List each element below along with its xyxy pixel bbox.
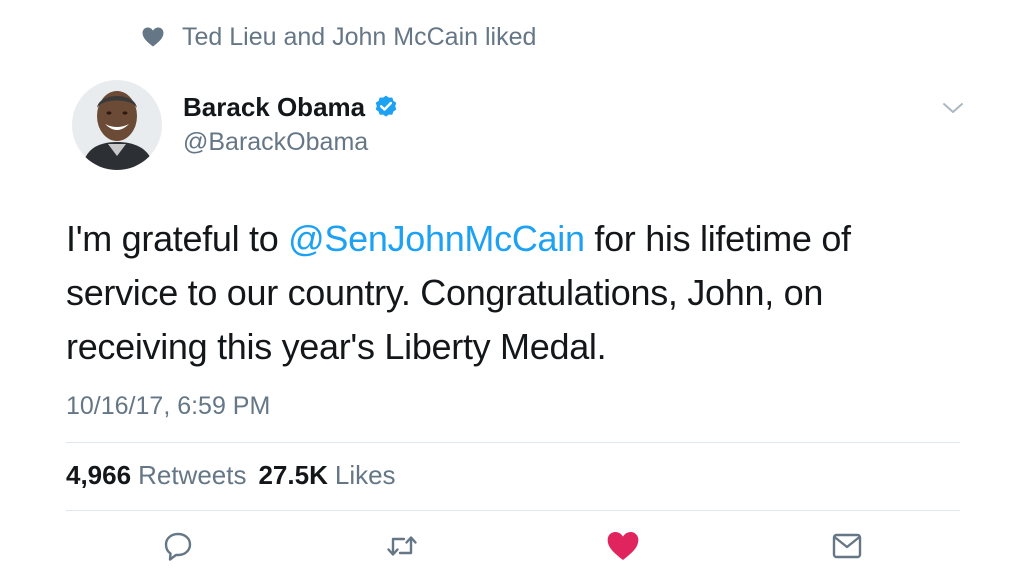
retweet-button[interactable] <box>384 528 420 564</box>
tweet-text-part: I'm grateful to <box>66 218 289 259</box>
likes-count: 27.5K <box>258 460 328 490</box>
chevron-down-icon[interactable] <box>942 100 964 116</box>
tweet-timestamp[interactable]: 10/16/17, 6:59 PM <box>66 392 270 421</box>
retweets-label: Retweets <box>138 460 247 490</box>
divider <box>66 510 960 511</box>
likes-stat[interactable]: 27.5K Likes <box>258 460 395 491</box>
mention-link[interactable]: @SenJohnMcCain <box>288 218 585 259</box>
envelope-icon <box>832 533 862 559</box>
direct-message-button[interactable] <box>829 528 865 564</box>
heart-icon <box>607 532 639 560</box>
avatar[interactable] <box>72 80 162 170</box>
retweet-icon <box>387 536 417 556</box>
tweet-text: I'm grateful to @SenJohnMcCain for his l… <box>66 212 966 374</box>
heart-icon <box>142 27 164 47</box>
social-context[interactable]: Ted Lieu and John McCain liked <box>142 22 536 52</box>
avatar-image <box>72 80 162 170</box>
likes-label: Likes <box>334 460 396 490</box>
like-button[interactable] <box>605 528 641 564</box>
verified-badge-icon <box>375 95 397 117</box>
retweets-count: 4,966 <box>66 460 132 490</box>
author-info[interactable]: Barack Obama @BarackObama <box>183 90 399 157</box>
reply-button[interactable] <box>160 528 196 564</box>
liked-by-text: Ted Lieu and John McCain liked <box>182 22 537 51</box>
author-handle[interactable]: @BarackObama <box>183 128 399 157</box>
author-name[interactable]: Barack Obama <box>183 92 365 123</box>
retweets-stat[interactable]: 4,966 Retweets <box>66 460 246 491</box>
tweet-stats: 4,966 Retweets 27.5K Likes <box>66 460 396 491</box>
reply-icon <box>164 532 192 561</box>
divider <box>66 442 960 443</box>
action-bar <box>0 528 1024 564</box>
